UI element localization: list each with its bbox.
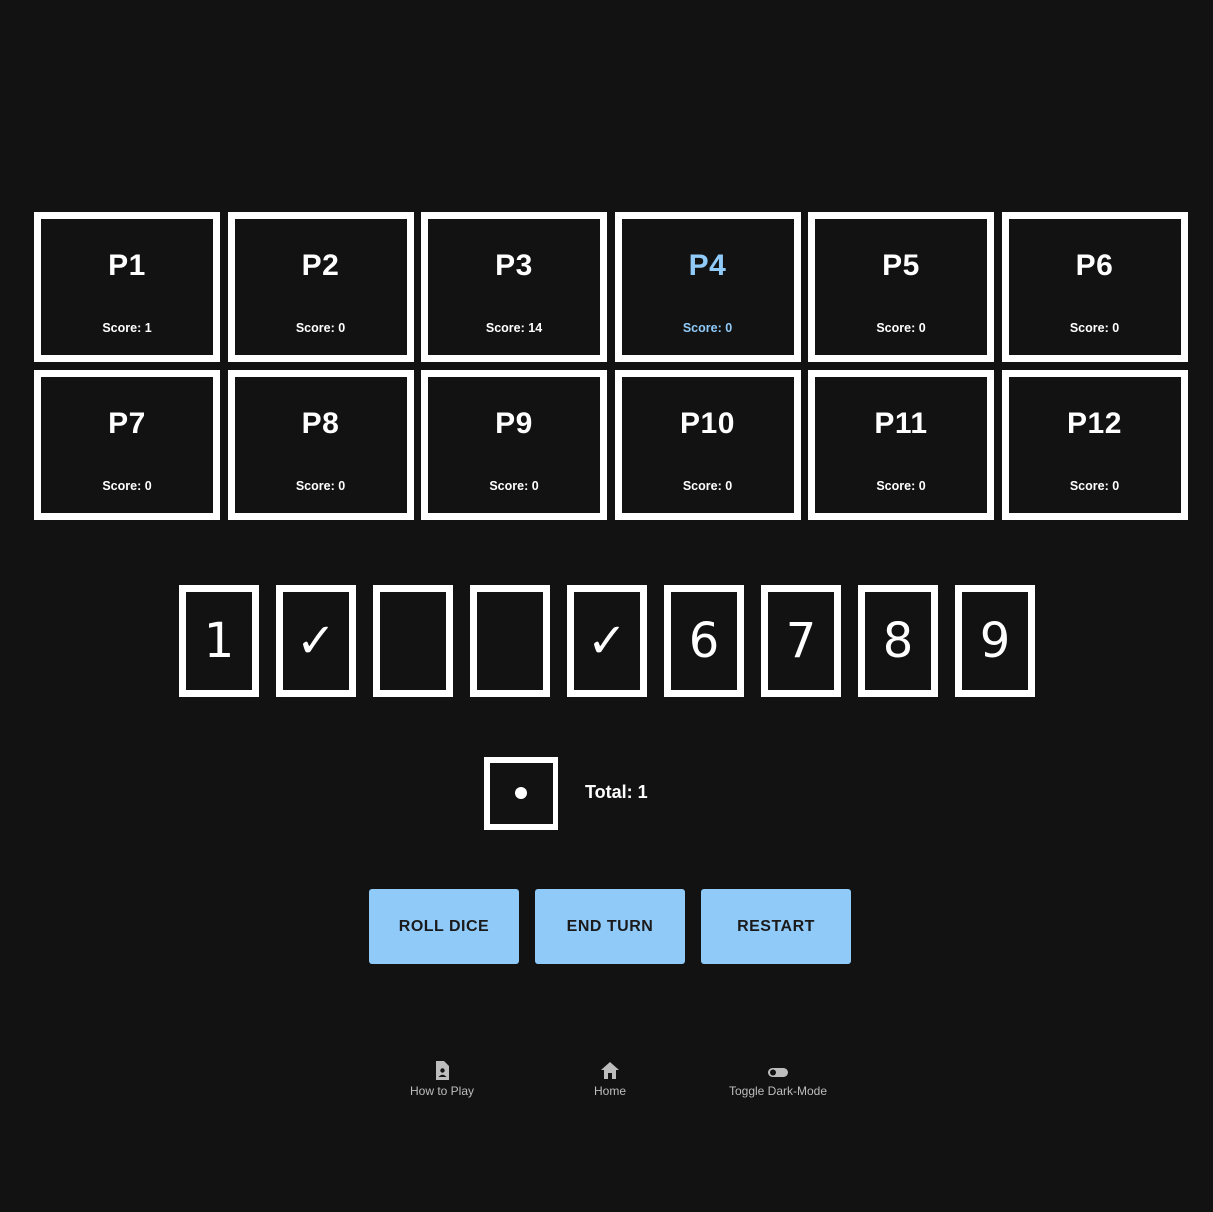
player-name: P1: [108, 249, 146, 282]
player-name: P11: [874, 406, 928, 440]
player-name: P4: [688, 249, 727, 282]
player-name: P6: [1075, 249, 1114, 282]
player-name: P3: [495, 249, 533, 282]
player-name: P7: [108, 406, 146, 440]
player-score: Score: 0: [876, 321, 926, 335]
player-card: P6 Score: 0: [1001, 212, 1188, 362]
player-card: P8 Score: 0: [227, 369, 414, 520]
player-score: Score: 0: [1069, 478, 1120, 493]
player-score: Score: 0: [295, 478, 346, 493]
player-name: P5: [882, 249, 920, 282]
player-score: Score: 1: [102, 321, 152, 335]
player-score: Score: 0: [489, 478, 539, 493]
bottom-navigation: How to Play Home Toggle Dark-Mode: [0, 1060, 1213, 1110]
player-card: P2 Score: 0: [227, 212, 414, 362]
player-name: P10: [680, 406, 735, 440]
player-score: Score: 14: [485, 321, 543, 335]
player-card: P7 Score: 0: [34, 369, 220, 520]
player-grid: P1 Score: 1 P2 Score: 0 P3 Score: 14 P4 …: [34, 212, 1188, 520]
nav-home[interactable]: Home: [530, 1060, 690, 1098]
player-card: P3 Score: 14: [421, 212, 607, 362]
player-score: Score: 0: [295, 321, 346, 335]
number-tile-7[interactable]: 7: [761, 585, 841, 697]
nav-label: Home: [593, 1084, 626, 1098]
nav-toggle-dark-mode[interactable]: Toggle Dark-Mode: [698, 1060, 858, 1098]
home-icon: [601, 1062, 619, 1079]
nav-label: Toggle Dark-Mode: [728, 1084, 828, 1098]
action-buttons: ROLL DICE END TURN RESTART: [369, 889, 851, 964]
dice-total: Total: 1: [585, 782, 648, 802]
number-tile-4[interactable]: [470, 585, 550, 697]
player-card: P12 Score: 0: [1001, 369, 1188, 520]
number-tiles: 1 ✓ ✓ 6 7 8 9: [179, 585, 1035, 697]
player-card: P10 Score: 0: [614, 369, 801, 520]
player-score: Score: 0: [102, 478, 152, 493]
number-tile-9[interactable]: 9: [955, 585, 1035, 697]
end-turn-button[interactable]: END TURN: [535, 889, 685, 964]
die-one: [484, 757, 558, 830]
player-name: P8: [301, 406, 340, 440]
die-pip: [515, 787, 527, 799]
player-score: Score: 0: [876, 478, 926, 493]
number-tile-6[interactable]: 6: [664, 585, 744, 697]
player-name: P12: [1067, 406, 1122, 440]
number-tile-1[interactable]: 1: [179, 585, 259, 697]
number-tile-5[interactable]: ✓: [567, 585, 647, 697]
player-card: P5 Score: 0: [808, 212, 994, 362]
number-tile-3[interactable]: [373, 585, 453, 697]
roll-dice-button[interactable]: ROLL DICE: [369, 889, 519, 964]
document-person-icon: [436, 1061, 449, 1080]
player-score: Score: 0: [682, 478, 733, 493]
number-tile-8[interactable]: 8: [858, 585, 938, 697]
player-score: Score: 0: [1069, 321, 1120, 335]
player-score: Score: 0: [682, 321, 733, 335]
player-card: P11 Score: 0: [808, 369, 994, 520]
player-name: P2: [301, 249, 340, 282]
player-name: P9: [495, 406, 533, 440]
player-card: P1 Score: 1: [34, 212, 220, 362]
restart-button[interactable]: RESTART: [701, 889, 851, 964]
number-tile-2[interactable]: ✓: [276, 585, 356, 697]
nav-label: How to Play: [409, 1084, 475, 1098]
player-card-active: P4 Score: 0: [614, 212, 801, 362]
toggle-switch-icon: [768, 1068, 788, 1077]
player-card: P9 Score: 0: [421, 369, 607, 520]
nav-how-to-play[interactable]: How to Play: [362, 1060, 522, 1098]
